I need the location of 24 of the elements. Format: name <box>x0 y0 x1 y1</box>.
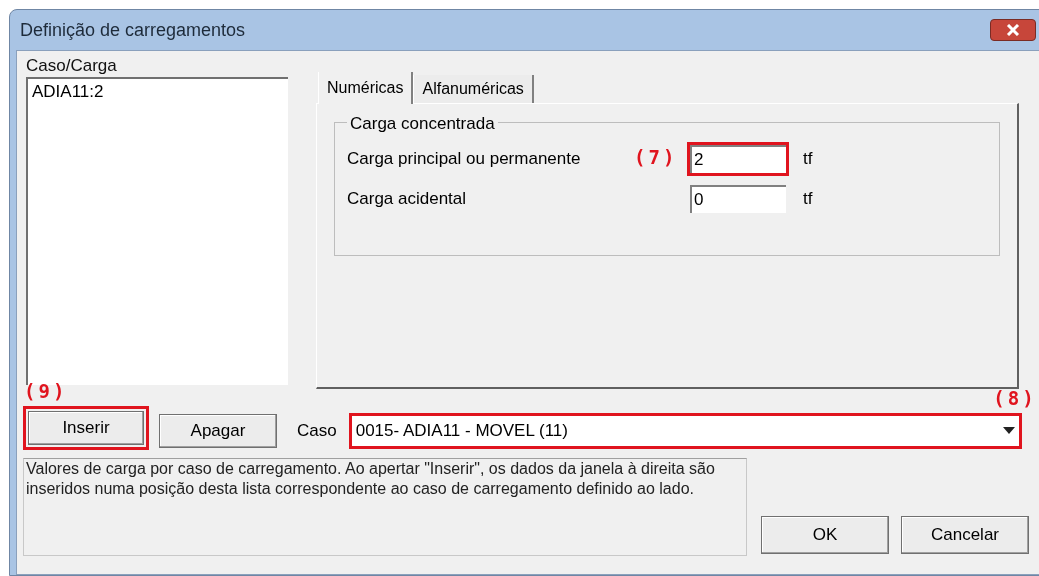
unit-label: tf <box>803 148 813 171</box>
callout-label: (7) <box>634 145 678 170</box>
tab[interactable]: Numéricas <box>318 72 414 104</box>
close-button[interactable] <box>990 19 1036 41</box>
field-label: Carga principal ou permanente <box>347 149 581 169</box>
callout-label: (8) <box>993 385 1037 411</box>
push-button[interactable]: Cancelar <box>901 516 1029 554</box>
close-icon <box>1006 24 1020 36</box>
unit-label: tf <box>803 188 813 211</box>
list-label: Caso/Carga <box>26 55 118 77</box>
push-button[interactable]: Apagar <box>159 413 277 448</box>
callout-label: (9) <box>24 379 68 404</box>
field-label: Carga acidental <box>347 189 467 209</box>
push-button[interactable]: Inserir <box>28 411 144 445</box>
number-field[interactable]: 2 <box>690 145 786 173</box>
case-label: Caso <box>297 419 337 442</box>
number-field[interactable]: 0 <box>690 185 786 213</box>
tab[interactable]: Alfanuméricas <box>413 75 534 103</box>
help-text: Valores de carga por caso de carregamento. Ao apertar "Inserir", os dados da janela à direita são inseridos numa posição desta lista correspondente ao caso de carregamento definido ao lado. <box>23 458 747 556</box>
window-title: Definição de carregamentos <box>20 18 246 42</box>
case-dropdown[interactable]: 0015- ADIA11 - MOVEL (11) <box>351 415 1019 446</box>
list-item[interactable]: ADIA11:2 <box>32 79 284 105</box>
dropdown-arrow-icon <box>1002 427 1015 434</box>
push-button[interactable]: OK <box>761 516 889 554</box>
